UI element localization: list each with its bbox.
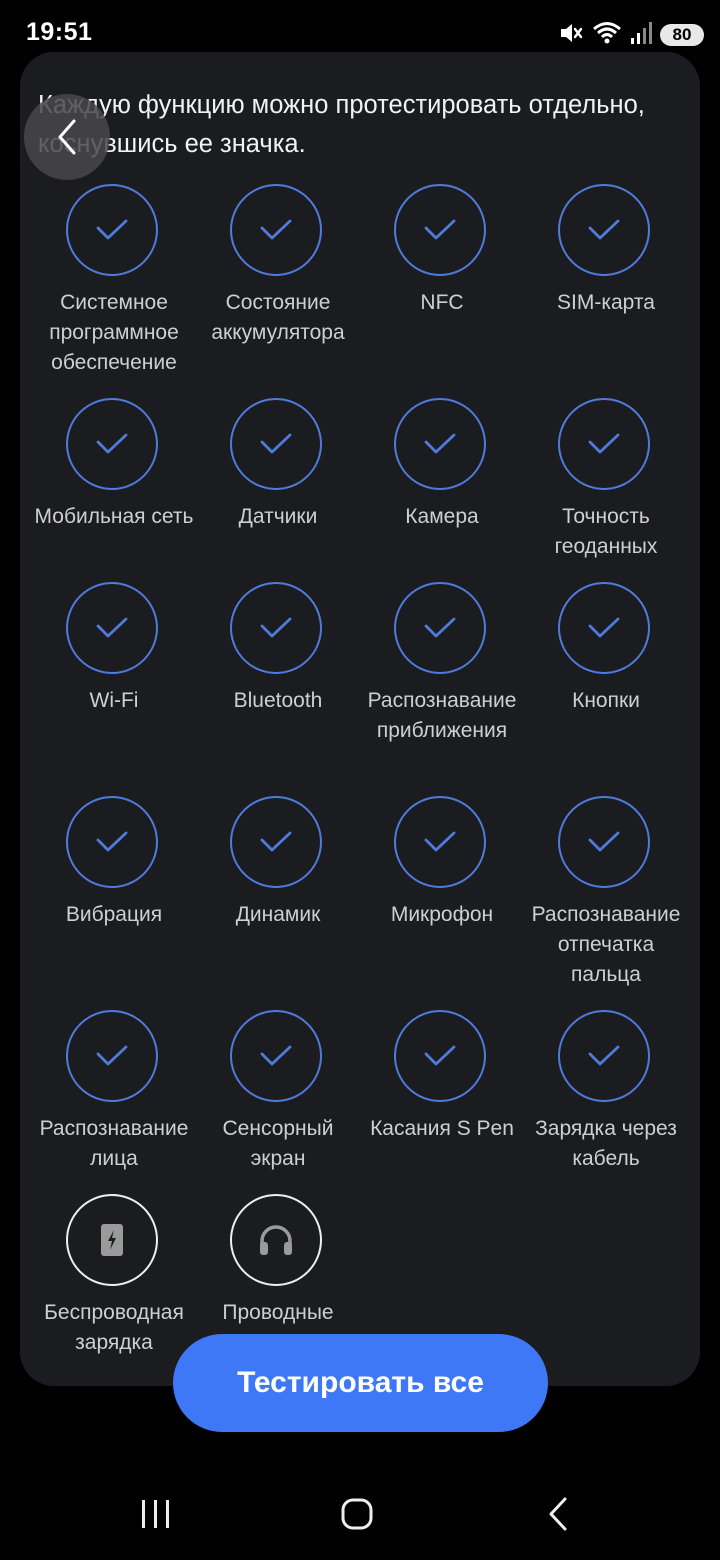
checkmark-icon [96, 617, 128, 638]
test-label: Динамик [235, 903, 321, 926]
checkmark-icon [260, 433, 292, 454]
test-done-button[interactable] [66, 398, 158, 490]
checkmark-icon [424, 433, 456, 454]
test-done-button[interactable] [230, 582, 322, 674]
wireless-charging-icon [101, 1224, 123, 1256]
checkmark-icon [260, 831, 292, 852]
checkmark-icon [424, 219, 456, 240]
checkmark-icon [588, 1045, 620, 1066]
test-label: SIM-карта [557, 291, 655, 314]
checkmark-icon [96, 219, 128, 240]
test-label: Мобильная сеть [34, 505, 194, 528]
signal-icon [630, 21, 652, 50]
test-done-button[interactable] [394, 796, 486, 888]
wifi-icon [592, 20, 622, 51]
headphones-icon [260, 1225, 292, 1255]
test-done-button[interactable] [66, 184, 158, 276]
checkmark-icon [260, 219, 292, 240]
test-label: Камера [405, 505, 479, 528]
navigation-bar [0, 1470, 720, 1560]
test-done-button[interactable] [558, 184, 650, 276]
test-label: Вибрация [65, 903, 163, 926]
checkmark-icon [96, 433, 128, 454]
checkmark-icon [260, 1045, 292, 1066]
test-done-button[interactable] [394, 184, 486, 276]
mute-icon [558, 20, 584, 51]
test-all-button[interactable]: Тестировать все [173, 1334, 548, 1432]
test-done-button[interactable] [66, 582, 158, 674]
test-label: Проводные [222, 1301, 334, 1324]
test-done-button[interactable] [558, 398, 650, 490]
test-done-button[interactable] [66, 796, 158, 888]
test-done-button[interactable] [230, 398, 322, 490]
checkmark-icon [588, 831, 620, 852]
test-label: Системное программное обеспечение [49, 291, 179, 374]
status-icons: 80 [558, 20, 704, 50]
test-label: Распознавание отпечатка пальца [531, 903, 681, 986]
checkmark-icon [588, 617, 620, 638]
test-label: Распознавание приближения [367, 689, 517, 742]
test-label: Сенсорный экран [222, 1117, 334, 1170]
back-nav-button[interactable] [528, 1492, 588, 1536]
test-done-button[interactable] [394, 398, 486, 490]
test-label: Микрофон [390, 903, 494, 926]
checkmark-icon [588, 433, 620, 454]
test-done-button[interactable] [394, 582, 486, 674]
checkmark-icon [424, 831, 456, 852]
test-label: Кнопки [572, 689, 640, 712]
test-done-button[interactable] [558, 582, 650, 674]
test-label: NFC [420, 291, 464, 314]
status-time: 19:51 [26, 18, 93, 46]
test-start-button[interactable] [66, 1194, 158, 1286]
checkmark-icon [96, 1045, 128, 1066]
test-label: Датчики [238, 505, 318, 528]
test-done-button[interactable] [558, 796, 650, 888]
home-button[interactable] [327, 1492, 387, 1536]
test-label: Wi-Fi [89, 689, 139, 712]
test-done-button[interactable] [66, 1010, 158, 1102]
test-label: Касания S Pen [370, 1117, 514, 1140]
recents-button[interactable] [126, 1492, 186, 1536]
back-icon [549, 1497, 567, 1531]
checkmark-icon [96, 831, 128, 852]
test-label: Беспроводная зарядка [44, 1301, 184, 1354]
battery-icon: 80 [660, 24, 704, 46]
recents-icon [142, 1500, 169, 1528]
test-done-button[interactable] [230, 796, 322, 888]
test-label: Точность геоданных [554, 505, 658, 558]
home-icon [341, 1498, 373, 1530]
test-done-button[interactable] [394, 1010, 486, 1102]
test-label: Bluetooth [233, 689, 323, 712]
checkmark-icon [588, 219, 620, 240]
intro-text: Каждую функцию можно протестировать отде… [38, 91, 645, 158]
checkmark-icon [424, 1045, 456, 1066]
diagnostics-card: Каждую функцию можно протестировать отде… [20, 52, 700, 1386]
checkmark-icon [260, 617, 292, 638]
test-start-button[interactable] [230, 1194, 322, 1286]
test-done-button[interactable] [230, 1010, 322, 1102]
chevron-left-icon [58, 119, 76, 155]
test-label: Зарядка через кабель [535, 1117, 677, 1170]
checkmark-icon [424, 617, 456, 638]
test-label: Распознавание лица [39, 1117, 189, 1170]
test-label: Состояние аккумулятора [211, 291, 345, 344]
back-button[interactable] [24, 94, 110, 180]
test-done-button[interactable] [230, 184, 322, 276]
test-done-button[interactable] [558, 1010, 650, 1102]
